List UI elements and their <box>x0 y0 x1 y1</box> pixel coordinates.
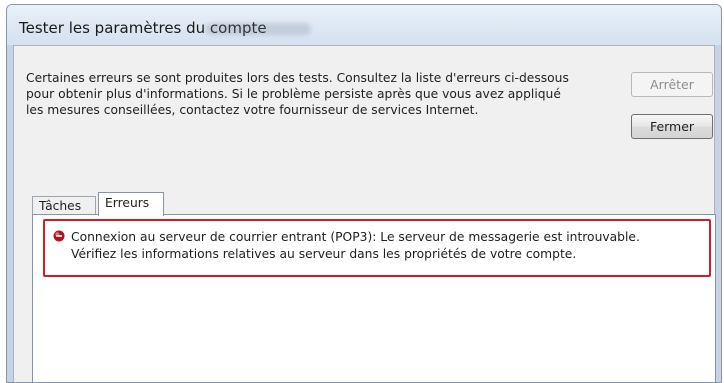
tab-erreurs[interactable]: Erreurs <box>98 192 164 216</box>
dialog-client-area: Certaines erreurs se sont produites lors… <box>13 45 716 382</box>
blurred-account-name <box>205 23 311 35</box>
stop-button[interactable]: Arrêter <box>631 72 713 97</box>
status-message-line: pour obtenir plus d'informations. Si le … <box>26 87 561 101</box>
error-item-highlight: Connexion au serveur de courrier entrant… <box>43 219 711 277</box>
status-message: Certaines erreurs se sont produites lors… <box>26 70 606 118</box>
errors-panel: Connexion au serveur de courrier entrant… <box>32 214 716 382</box>
title-bar[interactable]: Tester les paramètres du compte <box>7 5 721 45</box>
close-button[interactable]: Fermer <box>631 114 713 139</box>
error-message[interactable]: Connexion au serveur de courrier entrant… <box>71 229 640 263</box>
test-account-settings-dialog: Tester les paramètres du compte Certaine… <box>6 4 722 383</box>
tab-taches[interactable]: Tâches <box>32 196 96 216</box>
error-message-line: Connexion au serveur de courrier entrant… <box>71 230 640 244</box>
error-message-line: Vérifiez les informations relatives au s… <box>71 247 577 261</box>
status-message-line: les mesures conseillées, contactez votre… <box>26 103 479 117</box>
error-icon <box>53 230 65 242</box>
status-message-line: Certaines erreurs se sont produites lors… <box>26 71 569 85</box>
